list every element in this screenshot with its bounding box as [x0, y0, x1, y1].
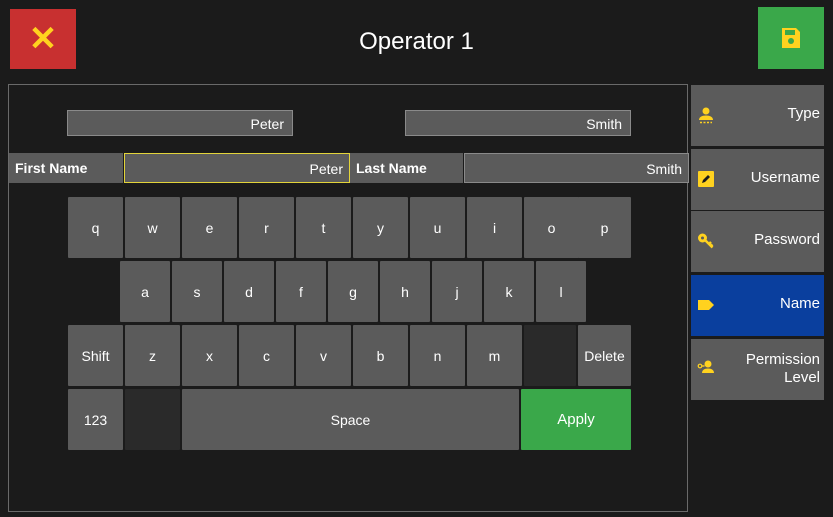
sidebar-empty-area — [691, 402, 824, 512]
first-name-label: First Name — [9, 153, 124, 183]
key-p[interactable]: p — [578, 197, 631, 258]
key-b[interactable]: b — [353, 325, 408, 386]
key-q[interactable]: q — [68, 197, 123, 258]
key-i[interactable]: i — [467, 197, 522, 258]
delete-key[interactable]: Delete — [578, 325, 631, 386]
page-title: Operator 1 — [359, 28, 474, 55]
key-v[interactable]: v — [296, 325, 351, 386]
key-z[interactable]: z — [125, 325, 180, 386]
user-icon — [699, 107, 713, 124]
key-t[interactable]: t — [296, 197, 351, 258]
key-n[interactable]: n — [410, 325, 465, 386]
key-icon — [698, 233, 714, 249]
tag-icon — [698, 300, 714, 310]
key-r[interactable]: r — [239, 197, 294, 258]
sidebar-item-label: Name — [779, 295, 820, 312]
editor-panel: Peter Smith First Name Peter Last Name S… — [8, 84, 689, 512]
sidebar-item-password[interactable]: Password — [691, 211, 824, 272]
sidebar-item-label: Type — [787, 105, 820, 122]
key-c[interactable]: c — [239, 325, 294, 386]
shift-key[interactable]: Shift — [68, 325, 123, 386]
first-name-field[interactable]: Peter — [124, 153, 350, 183]
first-name-preview: Peter — [67, 110, 293, 136]
header: ✕ Operator 1 — [0, 0, 833, 86]
last-name-label: Last Name — [350, 153, 464, 183]
key-j[interactable]: j — [432, 261, 482, 322]
user-permission-icon — [697, 360, 714, 373]
key-h[interactable]: h — [380, 261, 430, 322]
key-e[interactable]: e — [182, 197, 237, 258]
key-f[interactable]: f — [276, 261, 326, 322]
sidebar-item-username[interactable]: Username — [691, 149, 824, 210]
name-fields-row: First Name Peter Last Name Smith — [9, 153, 689, 183]
key-w[interactable]: w — [125, 197, 180, 258]
key-g[interactable]: g — [328, 261, 378, 322]
last-name-preview: Smith — [405, 110, 631, 136]
save-button[interactable] — [758, 7, 824, 69]
key-a[interactable]: a — [120, 261, 170, 322]
sidebar-item-permission-level[interactable]: Permission Level — [691, 339, 824, 400]
key-m[interactable]: m — [467, 325, 522, 386]
sidebar-item-label: Permission Level — [745, 351, 820, 386]
space-key[interactable]: Space — [182, 389, 519, 450]
key-l[interactable]: l — [536, 261, 586, 322]
sidebar-item-name[interactable]: Name — [691, 275, 824, 336]
key-y[interactable]: y — [353, 197, 408, 258]
apply-button[interactable]: Apply — [521, 389, 631, 450]
edit-icon — [698, 171, 714, 187]
key-s[interactable]: s — [172, 261, 222, 322]
blank-key — [524, 325, 576, 386]
save-icon — [782, 28, 800, 48]
last-name-field[interactable]: Smith — [464, 153, 689, 183]
numeric-key[interactable]: 123 — [68, 389, 123, 450]
blank-key-2 — [125, 389, 180, 450]
key-u[interactable]: u — [410, 197, 465, 258]
key-k[interactable]: k — [484, 261, 534, 322]
key-d[interactable]: d — [224, 261, 274, 322]
key-o[interactable]: o — [524, 197, 579, 258]
key-x[interactable]: x — [182, 325, 237, 386]
sidebar-item-label: Password — [754, 231, 820, 248]
sidebar-item-label: Username — [750, 169, 820, 186]
sidebar-item-type[interactable]: Type — [691, 85, 824, 146]
